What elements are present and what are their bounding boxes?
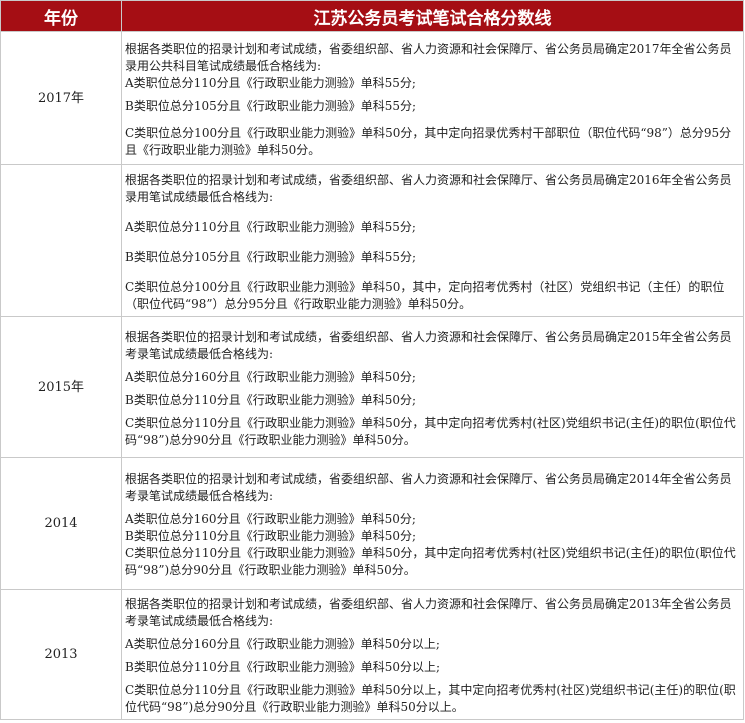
intro-text: 根据各类职位的招录计划和考试成绩，省委组织部、省人力资源和社会保障厅、省公务员局…: [125, 597, 732, 628]
description-cell: 根据各类职位的招录计划和考试成绩，省委组织部、省人力资源和社会保障厅、省公务员局…: [121, 316, 744, 458]
category-b-text: B类职位总分110分且《行政职业能力测验》单科50分;: [125, 392, 417, 407]
category-b-text: B类职位总分105分且《行政职业能力测验》单科55分;: [125, 249, 417, 264]
category-a-text: A类职位总分110分且《行政职业能力测验》单科55分;: [125, 75, 416, 90]
category-a-text: A类职位总分110分且《行政职业能力测验》单科55分;: [125, 219, 416, 234]
table-row: 2013 根据各类职位的招录计划和考试成绩，省委组织部、省人力资源和社会保障厅、…: [0, 589, 744, 720]
category-c-text: C类职位总分110分且《行政职业能力测验》单科50分，其中定向招考优秀村(社区)…: [125, 415, 736, 447]
title-column-header: 江苏公务员考试笔试合格分数线: [121, 0, 744, 32]
year-cell: 2015年: [0, 316, 122, 458]
intro-text: 根据各类职位的招录计划和考试成绩，省委组织部、省人力资源和社会保障厅、省公务员局…: [125, 41, 732, 73]
category-b-text: B类职位总分110分且《行政职业能力测验》单科50分;: [125, 529, 417, 543]
year-cell: 2017年: [0, 31, 122, 165]
description-cell: 根据各类职位的招录计划和考试成绩，省委组织部、省人力资源和社会保障厅、省公务员局…: [121, 31, 744, 165]
table-row: 根据各类职位的招录计划和考试成绩，省委组织部、省人力资源和社会保障厅、省公务员局…: [0, 164, 744, 317]
category-c-text: C类职位总分110分且《行政职业能力测验》单科50分以上，其中定向招考优秀村(社…: [125, 683, 736, 714]
category-c-text: C类职位总分100分且《行政职业能力测验》单科50分，其中定向招录优秀村干部职位…: [125, 125, 732, 157]
category-c-text: C类职位总分110分且《行政职业能力测验》单科50分，其中定向招考优秀村(社区)…: [125, 546, 736, 577]
cutoff-score-table: 年份 江苏公务员考试笔试合格分数线 2017年 根据各类职位的招录计划和考试成绩…: [0, 0, 744, 720]
category-b-text: B类职位总分110分且《行政职业能力测验》单科50分以上;: [125, 660, 441, 674]
description-cell: 根据各类职位的招录计划和考试成绩，省委组织部、省人力资源和社会保障厅、省公务员局…: [121, 457, 744, 590]
table-header-row: 年份 江苏公务员考试笔试合格分数线: [0, 0, 744, 32]
intro-text: 根据各类职位的招录计划和考试成绩，省委组织部、省人力资源和社会保障厅、省公务员局…: [125, 329, 732, 361]
category-a-text: A类职位总分160分且《行政职业能力测验》单科50分;: [125, 512, 416, 526]
table-row: 2015年 根据各类职位的招录计划和考试成绩，省委组织部、省人力资源和社会保障厅…: [0, 316, 744, 458]
intro-text: 根据各类职位的招录计划和考试成绩，省委组织部、省人力资源和社会保障厅、省公务员局…: [125, 472, 732, 503]
table-row: 2017年 根据各类职位的招录计划和考试成绩，省委组织部、省人力资源和社会保障厅…: [0, 31, 744, 165]
table-row: 2014 根据各类职位的招录计划和考试成绩，省委组织部、省人力资源和社会保障厅、…: [0, 457, 744, 590]
year-cell: 2014: [0, 457, 122, 590]
intro-text: 根据各类职位的招录计划和考试成绩，省委组织部、省人力资源和社会保障厅、省公务员局…: [125, 172, 732, 204]
description-cell: 根据各类职位的招录计划和考试成绩，省委组织部、省人力资源和社会保障厅、省公务员局…: [121, 164, 744, 317]
year-column-header: 年份: [0, 0, 122, 32]
category-c-text: C类职位总分100分且《行政职业能力测验》单科50，其中，定向招考优秀村（社区）…: [125, 279, 725, 311]
year-cell: 2013: [0, 589, 122, 720]
category-b-text: B类职位总分105分且《行政职业能力测验》单科55分;: [125, 98, 417, 113]
category-a-text: A类职位总分160分且《行政职业能力测验》单科50分以上;: [125, 637, 440, 651]
category-a-text: A类职位总分160分且《行政职业能力测验》单科50分;: [125, 369, 416, 384]
year-cell: [0, 164, 122, 317]
description-cell: 根据各类职位的招录计划和考试成绩，省委组织部、省人力资源和社会保障厅、省公务员局…: [121, 589, 744, 720]
